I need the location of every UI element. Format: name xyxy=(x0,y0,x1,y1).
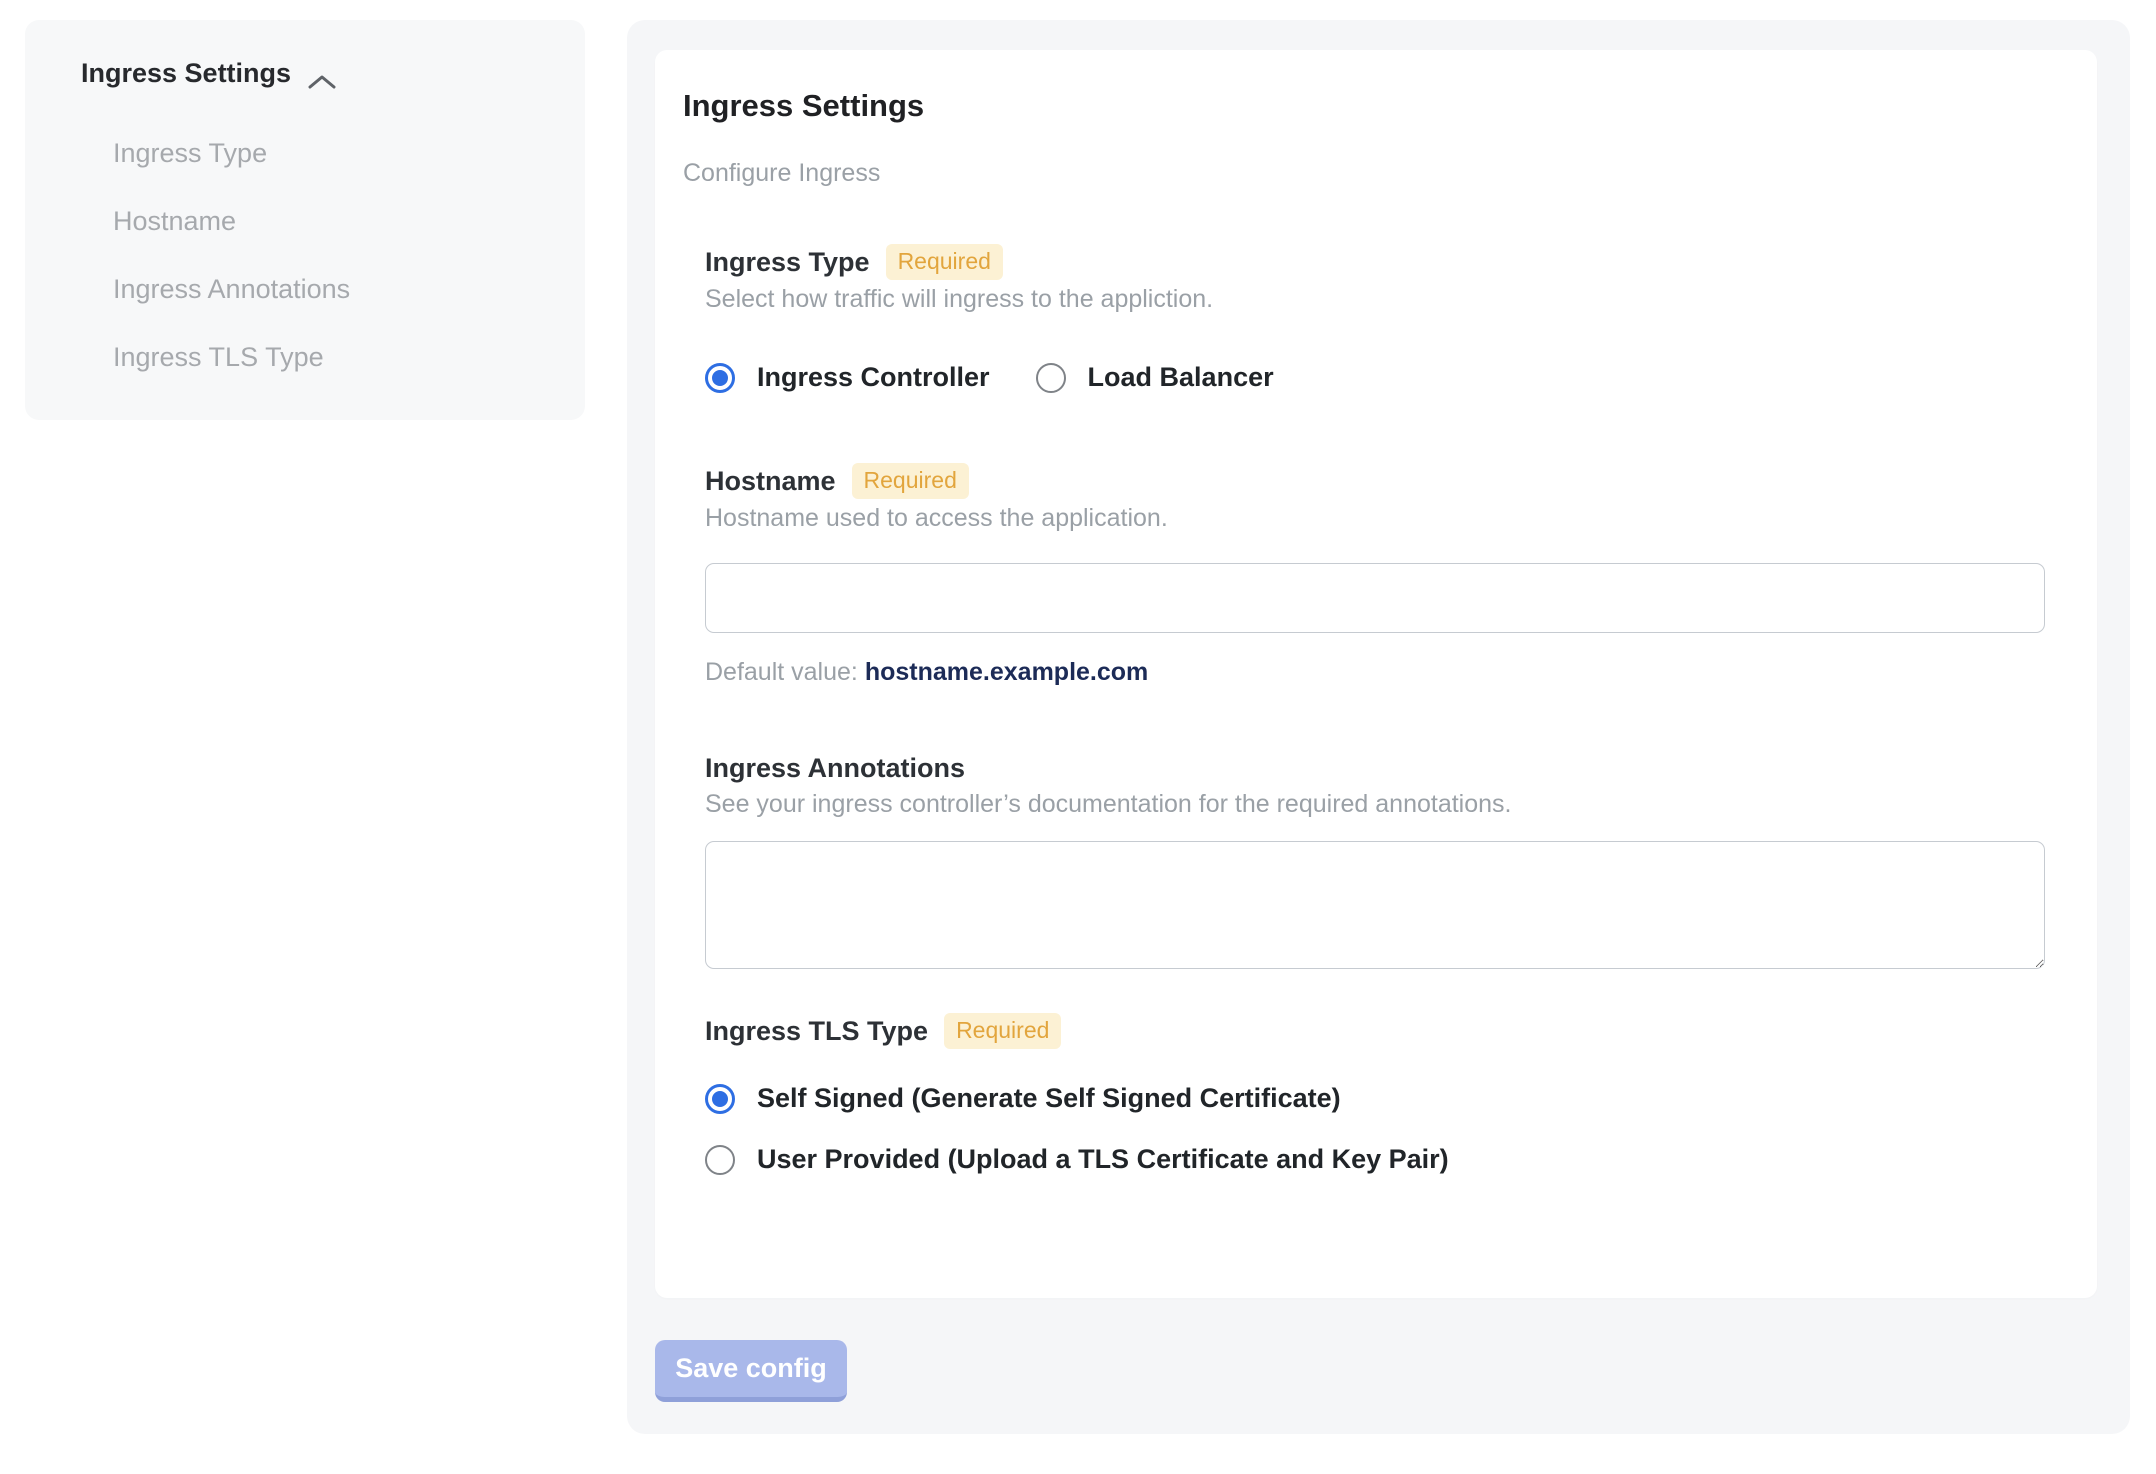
required-badge: Required xyxy=(885,244,1003,280)
page-title: Ingress Settings xyxy=(683,88,925,123)
radio-self-signed-label: Self Signed (Generate Self Signed Certif… xyxy=(757,1083,1341,1113)
tls-label: Ingress TLS Type xyxy=(705,1016,929,1046)
radio-unselected-icon[interactable] xyxy=(1035,362,1066,393)
annotations-help: See your ingress controller’s documentat… xyxy=(705,790,1512,818)
hostname-input[interactable] xyxy=(705,563,2045,633)
required-badge: Required xyxy=(944,1013,1062,1049)
hostname-label-row: Hostname Required xyxy=(705,463,2047,499)
field-ingress-tls-type: Ingress TLS Type Required Self Signed (G… xyxy=(705,1013,2047,1175)
ingress-type-label-row: Ingress Type Required xyxy=(705,244,2047,280)
annotations-label: Ingress Annotations xyxy=(705,753,966,783)
radio-user-provided-label: User Provided (Upload a TLS Certificate … xyxy=(757,1144,1449,1174)
default-value-prefix: Default value: xyxy=(705,658,865,686)
sidebar-item-ingress-annotations[interactable]: Ingress Annotations xyxy=(113,269,555,309)
field-hostname: Hostname Required Hostname used to acces… xyxy=(705,463,2047,687)
annotations-label-row: Ingress Annotations xyxy=(705,751,2047,785)
sidebar-section-ingress-settings[interactable]: Ingress Settings xyxy=(81,58,555,89)
radio-load-balancer[interactable]: Load Balancer xyxy=(1035,362,1274,393)
required-badge: Required xyxy=(851,463,969,499)
sidebar-section-title: Ingress Settings xyxy=(81,58,292,88)
page-subtitle: Configure Ingress xyxy=(683,159,881,187)
radio-self-signed[interactable]: Self Signed (Generate Self Signed Certif… xyxy=(705,1083,2047,1114)
sidebar-item-list: Ingress Type Hostname Ingress Annotation… xyxy=(113,133,555,377)
sidebar-item-ingress-tls-type[interactable]: Ingress TLS Type xyxy=(113,337,555,377)
page-layout: Ingress Settings Ingress Type Hostname I… xyxy=(0,0,2156,1434)
ingress-type-label: Ingress Type xyxy=(705,247,870,277)
hostname-help: Hostname used to access the application. xyxy=(705,504,1168,532)
settings-panel: Ingress Settings Configure Ingress Ingre… xyxy=(627,20,2130,1434)
save-config-button[interactable]: Save config xyxy=(655,1340,847,1402)
radio-unselected-icon[interactable] xyxy=(705,1144,735,1175)
ingress-type-options: Ingress Controller Load Balancer xyxy=(705,362,2047,393)
radio-ingress-controller-label: Ingress Controller xyxy=(757,362,990,392)
radio-load-balancer-label: Load Balancer xyxy=(1087,362,1274,392)
radio-selected-icon[interactable] xyxy=(705,1083,735,1114)
default-value-text: hostname.example.com xyxy=(864,658,1149,686)
radio-selected-icon[interactable] xyxy=(705,362,735,393)
ingress-type-help: Select how traffic will ingress to the a… xyxy=(705,285,1214,313)
tls-options: Self Signed (Generate Self Signed Certif… xyxy=(705,1049,2047,1175)
hostname-default-row: Default value: hostname.example.com xyxy=(705,657,2047,687)
chevron-up-icon xyxy=(307,67,337,88)
radio-ingress-controller[interactable]: Ingress Controller xyxy=(705,362,990,393)
field-ingress-annotations: Ingress Annotations See your ingress con… xyxy=(705,751,2047,969)
annotations-textarea[interactable] xyxy=(705,841,2045,969)
sidebar-item-ingress-type[interactable]: Ingress Type xyxy=(113,133,555,173)
hostname-label: Hostname xyxy=(705,466,836,496)
tls-label-row: Ingress TLS Type Required xyxy=(705,1013,2047,1049)
sidebar-item-hostname[interactable]: Hostname xyxy=(113,201,555,241)
field-ingress-type: Ingress Type Required Select how traffic… xyxy=(705,244,2047,393)
settings-sidebar: Ingress Settings Ingress Type Hostname I… xyxy=(25,20,585,420)
ingress-settings-card: Ingress Settings Configure Ingress Ingre… xyxy=(655,50,2097,1298)
radio-user-provided[interactable]: User Provided (Upload a TLS Certificate … xyxy=(705,1144,2047,1175)
